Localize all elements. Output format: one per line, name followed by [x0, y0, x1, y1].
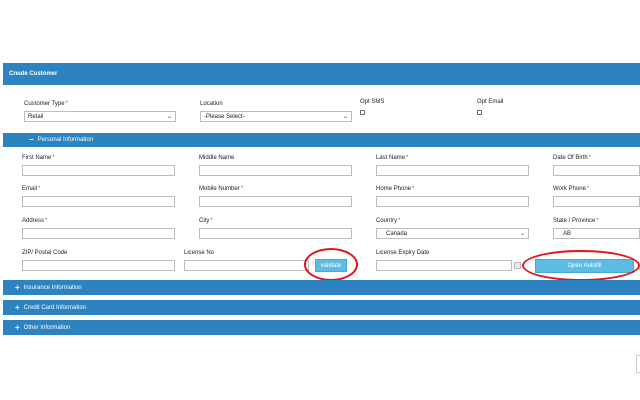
country-value: Canada [386, 230, 408, 237]
plus-icon: + [15, 282, 20, 292]
chevron-down-icon: ⌄ [519, 231, 525, 237]
first-name-input[interactable] [22, 165, 175, 176]
state-label: State / Province* [553, 218, 599, 224]
plus-icon: + [15, 322, 20, 332]
customer-type-value: Retail [28, 113, 44, 120]
validate-highlight-circle [304, 248, 358, 281]
middle-name-input[interactable] [199, 165, 352, 176]
credit-card-info-title: Credit Card Information [23, 304, 87, 311]
insurance-info-header[interactable]: + Insurance Information [3, 280, 640, 295]
page-title: Create Customer [9, 71, 58, 77]
insurance-info-title: Insurance Information [23, 284, 82, 291]
country-label: Country* [376, 218, 401, 224]
state-select[interactable]: AB [553, 228, 640, 239]
work-phone-input[interactable] [553, 196, 640, 207]
opt-sms-label: Opt SMS [360, 99, 385, 105]
first-name-label: First Name* [22, 155, 55, 161]
location-value: -Please Select- [204, 113, 245, 120]
last-name-input[interactable] [376, 165, 529, 176]
license-no-label: License No [184, 250, 215, 256]
dob-input[interactable] [553, 165, 640, 176]
email-label: Email* [22, 186, 41, 192]
mobile-label: Mobile Number* [199, 186, 244, 192]
customer-type-select[interactable]: Retail ⌄ [24, 111, 176, 122]
last-name-label: Last Name* [376, 155, 409, 161]
zip-input[interactable] [22, 260, 175, 271]
other-info-header[interactable]: + Other Information [3, 320, 640, 335]
opt-email-checkbox[interactable] [477, 110, 482, 115]
credit-card-info-header[interactable]: + Credit Card Information [3, 300, 640, 315]
city-input[interactable] [199, 228, 352, 239]
city-label: City* [199, 218, 213, 224]
customer-type-label: Customer Type* [24, 101, 68, 107]
mobile-input[interactable] [199, 196, 352, 207]
work-phone-label: Work Phone* [553, 186, 590, 192]
location-select[interactable]: -Please Select- ⌄ [200, 111, 352, 122]
dob-label: Date Of Birth* [553, 155, 592, 161]
opt-email-label: Opt Email [477, 99, 504, 105]
other-info-title: Other Information [23, 324, 71, 331]
home-phone-input[interactable] [376, 196, 529, 207]
minus-icon: − [29, 135, 34, 144]
opt-sms-checkbox[interactable] [360, 110, 365, 115]
calendar-icon[interactable] [514, 262, 521, 269]
license-expiry-label: License Expiry Date [376, 250, 430, 256]
license-expiry-input[interactable] [376, 260, 512, 271]
middle-name-label: Middle Name [199, 155, 235, 161]
personal-info-header[interactable]: − Personal Information [3, 133, 640, 147]
zip-label: ZIP/ Postal Code [22, 250, 68, 256]
scroll-edge [636, 355, 640, 373]
home-phone-label: Home Phone* [376, 186, 415, 192]
license-no-input[interactable] [184, 260, 309, 271]
plus-icon: + [15, 302, 20, 312]
address-label: Address* [22, 218, 48, 224]
create-customer-header: Create Customer [3, 63, 640, 85]
location-label: Location [200, 101, 223, 107]
address-input[interactable] [22, 228, 175, 239]
autofill-highlight-circle [522, 250, 640, 281]
email-input[interactable] [22, 196, 175, 207]
state-value: AB [563, 230, 572, 237]
chevron-down-icon: ⌄ [342, 114, 348, 120]
country-select[interactable]: Canada ⌄ [376, 228, 529, 239]
chevron-down-icon: ⌄ [166, 114, 172, 120]
personal-info-title: Personal Information [37, 137, 94, 143]
